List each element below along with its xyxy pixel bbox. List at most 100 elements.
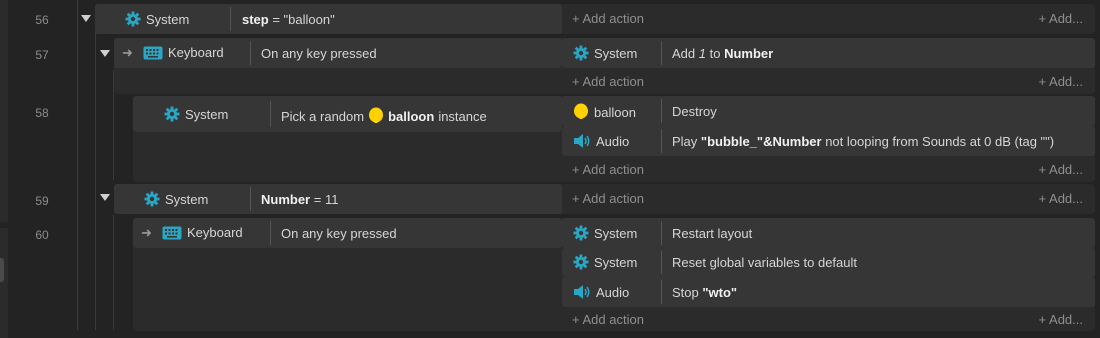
tree-guide <box>95 30 96 330</box>
add-action-button[interactable]: + Add action <box>572 74 644 89</box>
action-object[interactable]: balloon <box>573 103 636 121</box>
gutter-strip <box>0 228 8 338</box>
action-text[interactable]: Restart layout <box>672 226 752 241</box>
action-text[interactable]: Add 1 to Number <box>672 46 773 61</box>
object-name: Audio <box>596 284 630 300</box>
condition-object[interactable]: System <box>164 106 228 122</box>
separator <box>270 221 271 245</box>
collapse-toggle[interactable] <box>81 15 91 22</box>
line-number: 59 <box>35 194 49 208</box>
gear-icon <box>573 225 589 241</box>
action-text[interactable]: Destroy <box>672 104 717 119</box>
action-row[interactable] <box>562 38 1095 68</box>
collapse-toggle[interactable] <box>100 50 110 57</box>
plus-icon: + <box>1038 191 1047 206</box>
plus-icon: + <box>572 74 580 89</box>
keyboard-icon <box>143 46 163 60</box>
action-row[interactable] <box>562 218 1095 248</box>
action-object[interactable]: Audio <box>573 284 629 300</box>
add-more-button[interactable]: + Add... <box>1039 312 1083 327</box>
add-action-label: Add action <box>582 191 644 206</box>
separator <box>230 7 231 31</box>
action-object[interactable]: System <box>573 45 637 61</box>
separator <box>250 187 251 211</box>
separator <box>270 101 271 127</box>
action-object[interactable]: System <box>573 225 637 241</box>
object-name: balloon <box>594 104 636 120</box>
object-name: System <box>594 254 638 270</box>
tree-guide <box>77 0 78 330</box>
condition-text[interactable]: On any key pressed <box>261 46 377 61</box>
balloon-icon <box>573 103 589 121</box>
plus-icon: + <box>572 191 580 206</box>
object-name: System <box>146 11 190 27</box>
event-block[interactable]: ➜ Keyboard On any key pressed System Res… <box>133 218 1095 331</box>
action-row[interactable] <box>562 96 1095 126</box>
trigger-arrow-icon: ➜ <box>141 225 152 240</box>
event-block[interactable]: System step = "balloon" + Add action + A… <box>95 4 1095 34</box>
add-action-label: Add action <box>582 11 644 26</box>
separator <box>661 280 662 304</box>
plus-icon: + <box>572 11 580 26</box>
condition-object[interactable]: System <box>144 191 208 207</box>
add-action-button[interactable]: + Add action <box>572 191 644 206</box>
gutter-strip <box>0 0 8 222</box>
add-action-button[interactable]: + Add action <box>572 11 644 26</box>
action-object[interactable]: Audio <box>573 133 629 149</box>
gear-icon <box>125 11 141 27</box>
condition-object[interactable]: Keyboard <box>143 45 224 60</box>
event-block[interactable]: ➜ Keyboard On any key pressed System Add… <box>114 38 1095 94</box>
action-text[interactable]: Reset global variables to default <box>672 255 857 270</box>
gear-icon <box>164 106 180 122</box>
speaker-icon <box>573 284 591 300</box>
collapse-toggle[interactable] <box>100 194 110 201</box>
plus-icon: + <box>572 312 580 327</box>
condition-text[interactable]: Number = 11 <box>261 192 338 207</box>
object-name: System <box>185 106 229 122</box>
action-text[interactable]: Play "bubble_"&Number not looping from S… <box>672 134 1054 149</box>
action-row[interactable] <box>562 277 1095 307</box>
action-text[interactable]: Stop "wto" <box>672 285 737 300</box>
line-number: 56 <box>35 13 49 27</box>
action-object[interactable]: System <box>573 254 637 270</box>
condition-value: = 11 <box>310 192 339 207</box>
line-gutter: 56 57 58 59 60 <box>0 0 62 338</box>
event-block[interactable]: System Pick a random balloon instance ba… <box>133 96 1095 182</box>
add-action-button[interactable]: + Add action <box>572 162 644 177</box>
separator <box>661 251 662 274</box>
add-action-button[interactable]: + Add action <box>572 312 644 327</box>
separator <box>250 41 251 65</box>
plus-icon: + <box>572 162 580 177</box>
add-more-label: Add... <box>1049 162 1083 177</box>
add-more-button[interactable]: + Add... <box>1039 162 1083 177</box>
variable-name: step <box>242 12 269 27</box>
separator <box>661 99 662 123</box>
add-more-button[interactable]: + Add... <box>1039 191 1083 206</box>
plus-icon: + <box>1038 11 1047 26</box>
plus-icon: + <box>1038 74 1047 89</box>
add-more-button[interactable]: + Add... <box>1039 74 1083 89</box>
condition-value: = "balloon" <box>268 12 335 27</box>
line-number: 60 <box>35 228 49 242</box>
separator <box>661 41 662 65</box>
add-more-button[interactable]: + Add... <box>1039 11 1083 26</box>
object-name: System <box>594 225 638 241</box>
line-number: 58 <box>35 106 49 120</box>
tree-guide <box>113 215 114 330</box>
event-block[interactable]: System Number = 11 + Add action + Add... <box>114 184 1095 214</box>
balloon-icon <box>368 107 384 125</box>
condition-object[interactable]: System <box>125 11 189 27</box>
add-action-label: Add action <box>582 312 644 327</box>
condition-text[interactable]: Pick a random balloon instance <box>281 107 487 125</box>
add-action-label: Add action <box>582 74 644 89</box>
plus-icon: + <box>1038 312 1047 327</box>
condition-text[interactable]: step = "balloon" <box>242 12 335 27</box>
variable-name: Number <box>261 192 311 207</box>
object-name: System <box>594 45 638 61</box>
add-more-label: Add... <box>1049 74 1083 89</box>
separator <box>661 129 662 153</box>
add-more-label: Add... <box>1049 312 1083 327</box>
condition-text[interactable]: On any key pressed <box>281 226 397 241</box>
gutter-handle[interactable] <box>0 258 4 282</box>
condition-object[interactable]: Keyboard <box>162 225 243 240</box>
